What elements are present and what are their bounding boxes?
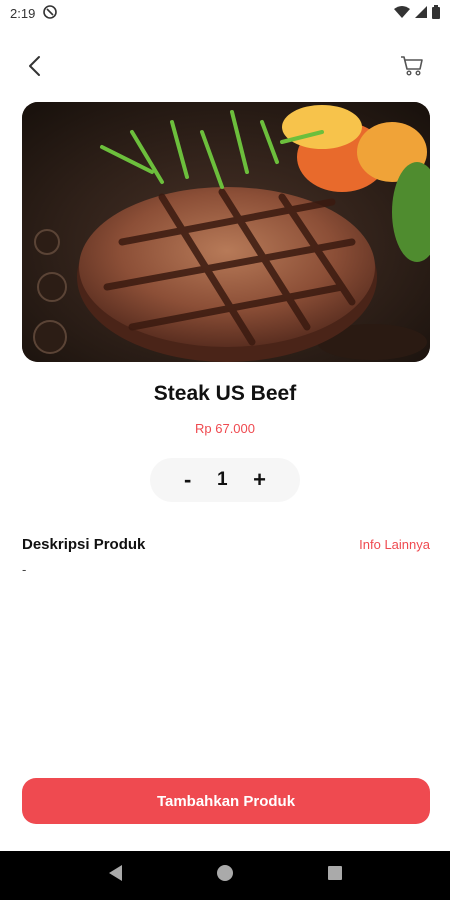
info-link[interactable]: Info Lainnya [359, 537, 430, 552]
status-time: 2:19 [10, 5, 36, 21]
navigation-bar [0, 851, 450, 900]
top-bar [0, 50, 450, 86]
status-bar: 2:19 [0, 0, 450, 26]
increment-button[interactable]: + [245, 467, 274, 493]
cart-icon [400, 55, 424, 82]
product-price: Rp 67.000 [195, 421, 255, 436]
status-left: 2:19 [10, 4, 58, 22]
decrement-button[interactable]: - [176, 467, 199, 493]
status-right [394, 4, 440, 22]
back-triangle-icon [107, 864, 123, 887]
wifi-icon [394, 5, 410, 22]
battery-icon [432, 4, 440, 22]
quantity-value: 1 [216, 469, 228, 490]
nav-home-button[interactable] [205, 856, 245, 896]
signal-icon [414, 5, 428, 22]
quantity-stepper: - 1 + [150, 458, 300, 502]
product-title: Steak US Beef [153, 382, 297, 405]
recents-square-icon [327, 865, 343, 886]
nav-recents-button[interactable] [315, 856, 355, 896]
at-sign-icon [43, 4, 58, 22]
add-product-button[interactable]: Tambahkan Produk [22, 778, 430, 824]
back-button[interactable] [18, 52, 50, 84]
description-label: Deskripsi Produk [22, 536, 146, 553]
nav-back-button[interactable] [95, 856, 135, 896]
product-image [22, 102, 430, 362]
home-circle-icon [216, 864, 234, 887]
description-value: - [22, 562, 27, 577]
cart-button[interactable] [396, 52, 428, 84]
chevron-left-icon [27, 55, 41, 82]
